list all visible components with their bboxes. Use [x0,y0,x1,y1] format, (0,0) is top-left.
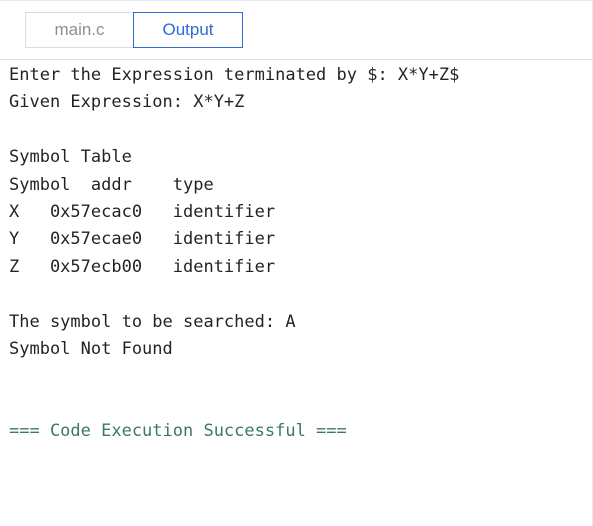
tab-main-c[interactable]: main.c [25,12,133,48]
console-line-search-result: Symbol Not Found [9,338,173,359]
app-window: main.c Output Enter the Expression termi… [0,0,593,526]
console-line-table-row: Y 0x57ecae0 identifier [9,229,276,250]
console-line-symbol-table-title: Symbol Table [9,147,132,168]
tab-output[interactable]: Output [133,12,243,48]
console-line-execution-status: === Code Execution Successful === [9,421,347,442]
console-line-search-prompt: The symbol to be searched: A [9,311,296,332]
tab-bar: main.c Output [0,1,592,59]
console-line-given-expression: Given Expression: X*Y+Z [9,92,245,113]
console-line-table-row: X 0x57ecac0 identifier [9,201,276,222]
console-line-prompt: Enter the Expression terminated by $: X*… [9,65,460,85]
output-console: Enter the Expression terminated by $: X*… [0,59,592,526]
console-line-table-header: Symbol addr type [9,174,214,195]
console-line-table-row: Z 0x57ecb00 identifier [9,256,276,277]
